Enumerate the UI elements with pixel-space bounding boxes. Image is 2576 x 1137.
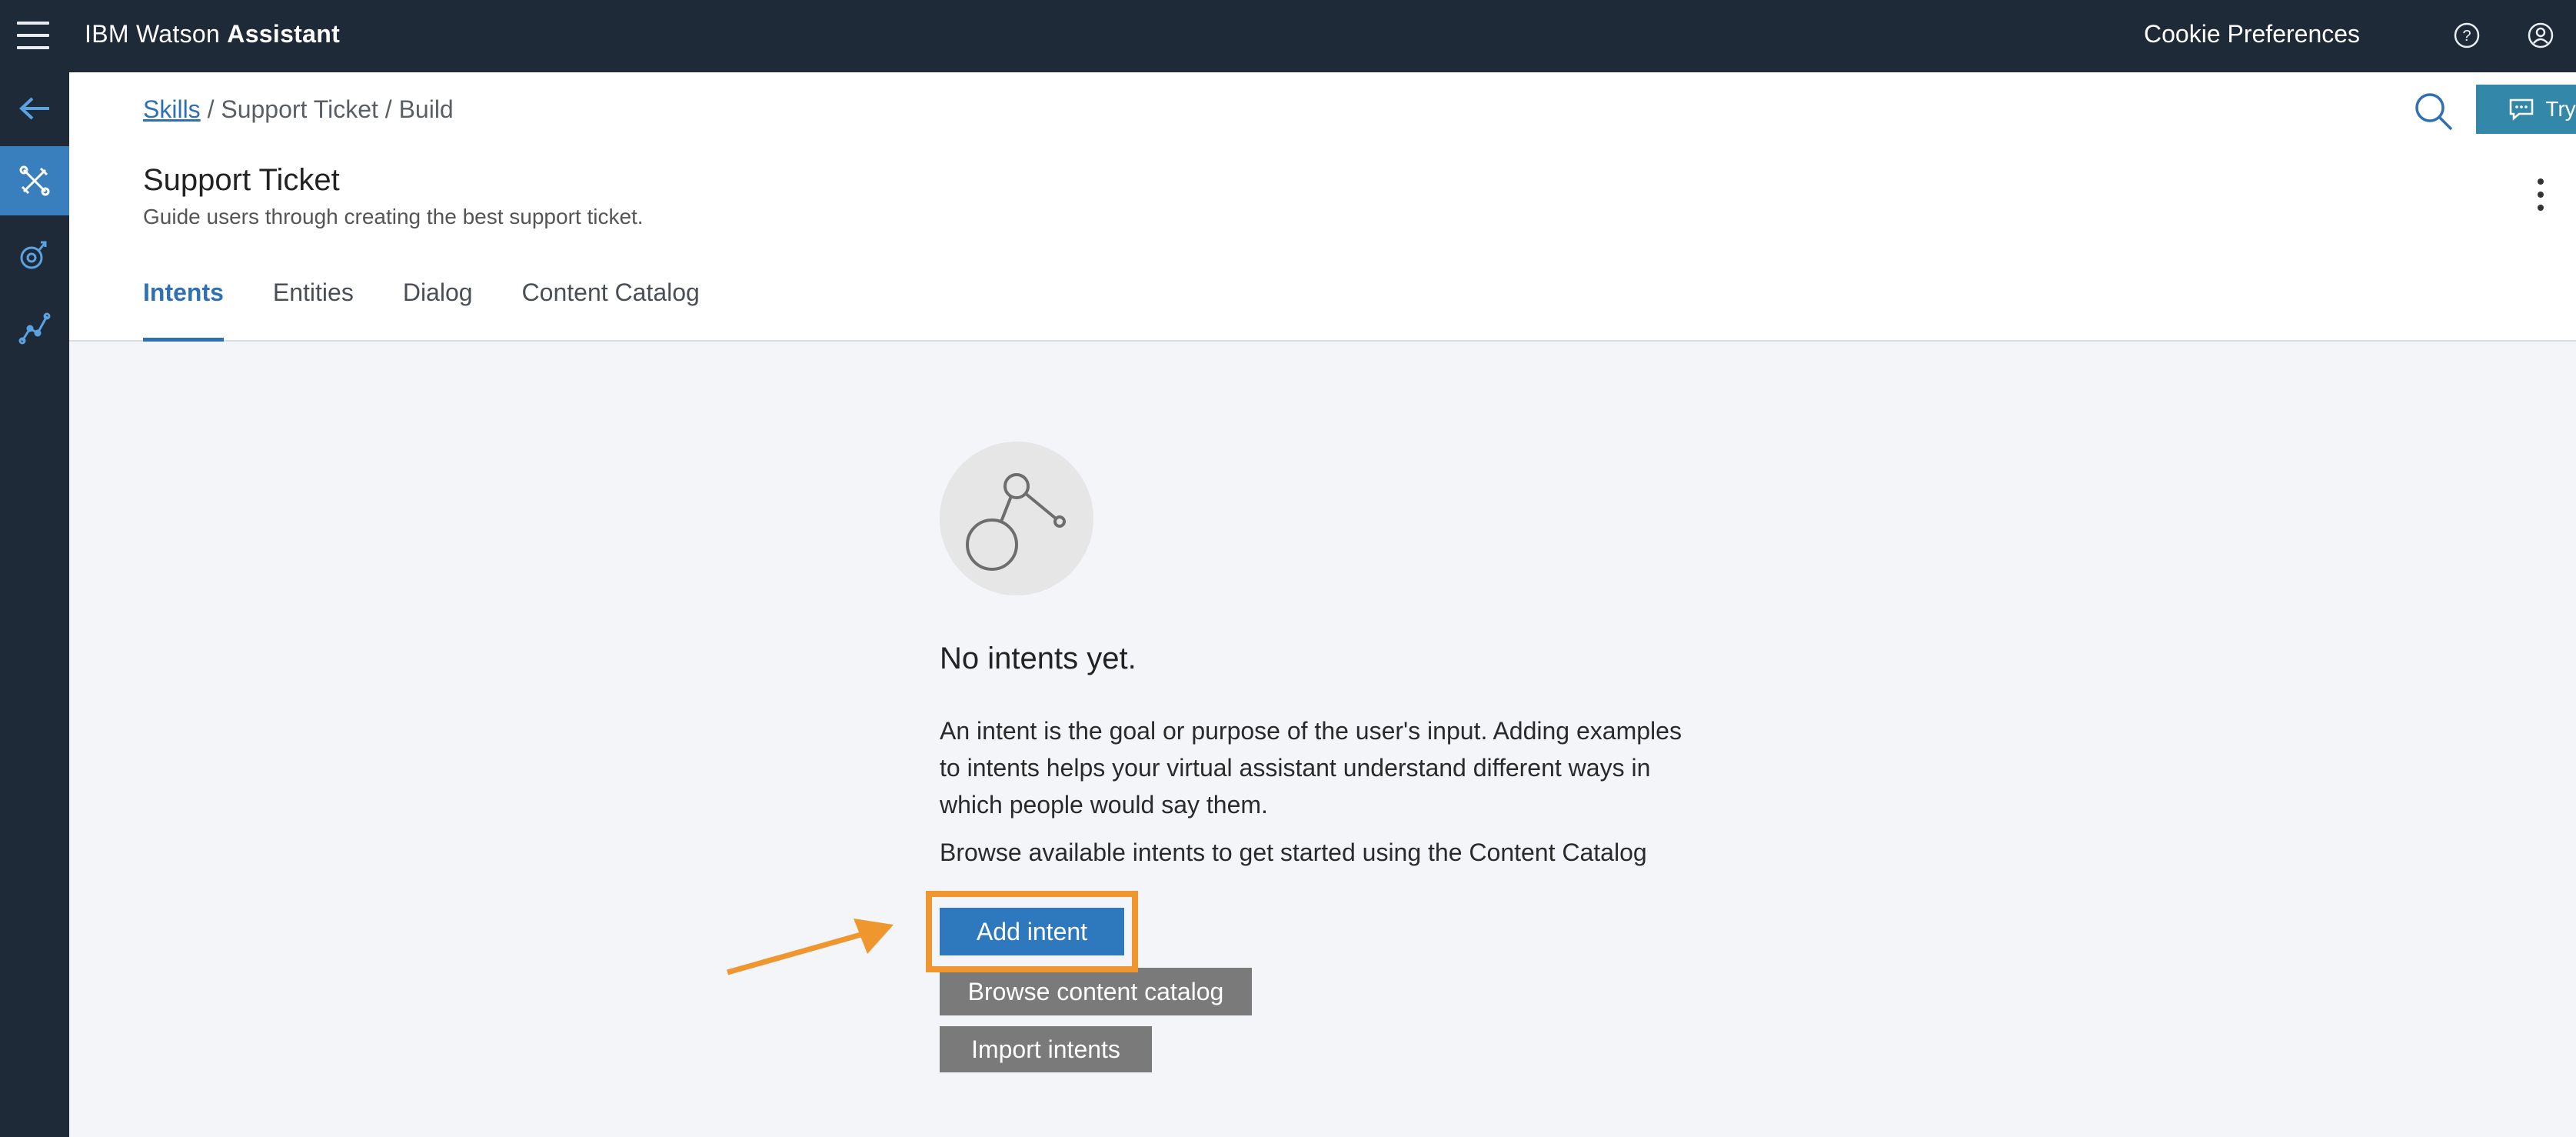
page-title: Support Ticket: [143, 163, 340, 197]
menu-icon[interactable]: [17, 22, 49, 49]
side-rail: [0, 72, 69, 1137]
pointer-arrow-icon: [727, 919, 894, 975]
back-arrow-icon[interactable]: [0, 74, 69, 143]
try-it-button[interactable]: Try it: [2476, 85, 2576, 134]
search-icon[interactable]: [2411, 89, 2455, 132]
tab-entities[interactable]: Entities: [273, 278, 354, 342]
analytics-icon[interactable]: [0, 294, 69, 363]
empty-state-browse-text: Browse available intents to get started …: [940, 839, 1647, 866]
app-brand: IBM Watson Assistant: [85, 20, 340, 48]
tab-dialog[interactable]: Dialog: [403, 278, 473, 342]
tab-bar: Intents Entities Dialog Content Catalog: [143, 278, 749, 342]
browse-content-catalog-button[interactable]: Browse content catalog: [940, 968, 1252, 1015]
overflow-menu-icon[interactable]: [2533, 178, 2548, 217]
try-it-label: Try it: [2545, 97, 2576, 121]
page-subtitle: Guide users through creating the best su…: [143, 205, 644, 228]
skills-icon[interactable]: [0, 146, 69, 215]
user-icon[interactable]: [2527, 22, 2554, 49]
chat-icon: [2510, 98, 2534, 121]
breadcrumb: Skills / Support Ticket / Build: [143, 95, 454, 124]
add-intent-button[interactable]: Add intent: [940, 908, 1124, 955]
help-icon[interactable]: ?: [2453, 22, 2481, 49]
brand-prefix: IBM Watson: [85, 20, 228, 48]
cookie-preferences-link[interactable]: Cookie Preferences: [2144, 20, 2360, 48]
tab-intents[interactable]: Intents: [143, 278, 224, 342]
import-intents-button[interactable]: Import intents: [940, 1026, 1152, 1072]
empty-state-title: No intents yet.: [940, 642, 1137, 675]
brand-bold: Assistant: [227, 20, 341, 48]
breadcrumb-skills-link[interactable]: Skills: [143, 95, 201, 123]
page-header: Skills / Support Ticket / Build Support …: [69, 72, 2576, 342]
breadcrumb-path: / Support Ticket / Build: [207, 95, 454, 123]
svg-text:?: ?: [2462, 28, 2471, 45]
tab-content-catalog[interactable]: Content Catalog: [522, 278, 700, 342]
intent-illustration-icon: [940, 442, 1093, 595]
assistants-icon[interactable]: [0, 220, 69, 289]
top-bar: IBM Watson Assistant Cookie Preferences …: [0, 0, 2576, 72]
empty-state-description: An intent is the goal or purpose of the …: [940, 717, 1682, 819]
